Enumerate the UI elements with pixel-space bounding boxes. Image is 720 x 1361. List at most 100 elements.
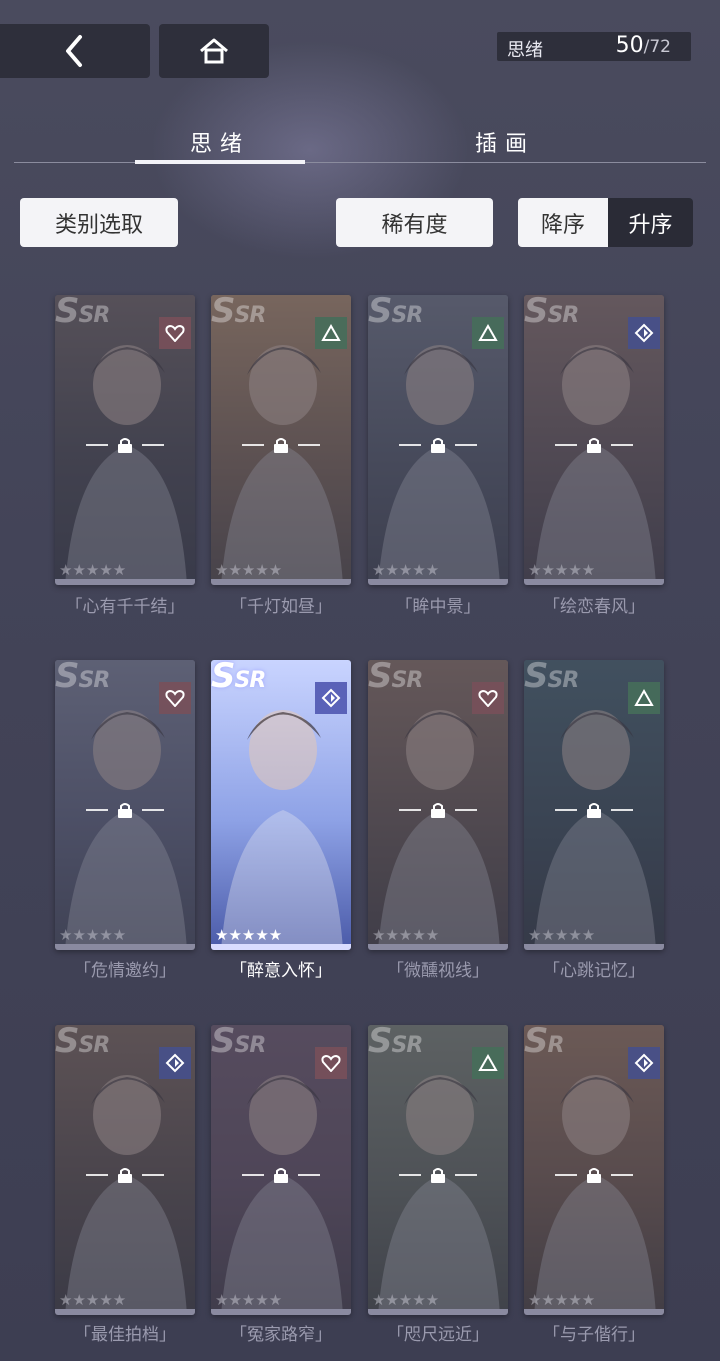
lock-icon xyxy=(587,803,601,818)
card-frame-bar xyxy=(55,944,195,950)
card-item[interactable]: SSR ★★★★★ xyxy=(524,660,664,950)
lock-icon xyxy=(587,1168,601,1183)
card-title: 「千灯如昼」 xyxy=(230,597,332,617)
heart-icon xyxy=(472,682,504,714)
diamond-icon xyxy=(628,1047,660,1079)
card-title: 「冤家路窄」 xyxy=(230,1325,332,1345)
star-rating: ★★★★★ xyxy=(372,926,440,944)
lock-indicator xyxy=(211,435,351,455)
lock-dash xyxy=(555,444,577,446)
lock-indicator xyxy=(368,800,508,820)
lock-dash xyxy=(399,1174,421,1176)
lock-indicator xyxy=(55,435,195,455)
diamond-icon xyxy=(315,682,347,714)
card-item[interactable]: SSR ★★★★★ xyxy=(55,295,195,585)
lock-dash xyxy=(142,444,164,446)
star-rating: ★★★★★ xyxy=(215,1291,283,1309)
rarity-label: SSR xyxy=(524,295,579,331)
rarity-label: SSR xyxy=(368,295,423,331)
heart-icon xyxy=(159,682,191,714)
star-rating: ★★★★★ xyxy=(59,1291,127,1309)
home-button[interactable] xyxy=(159,24,269,78)
tabs-divider xyxy=(14,162,706,163)
counter-total: /72 xyxy=(643,37,671,57)
rarity-label: SSR xyxy=(368,1025,423,1061)
star-rating: ★★★★★ xyxy=(372,561,440,579)
lock-dash xyxy=(555,809,577,811)
rarity-label: SSR xyxy=(211,1025,266,1061)
lock-indicator xyxy=(368,435,508,455)
card-item[interactable]: SSR ★★★★★ xyxy=(524,295,664,585)
lock-icon xyxy=(587,438,601,453)
lock-dash xyxy=(611,1174,633,1176)
lock-indicator xyxy=(368,1165,508,1185)
lock-icon xyxy=(431,1168,445,1183)
card-item[interactable]: SSR ★★★★★ xyxy=(55,660,195,950)
card-frame-bar xyxy=(211,944,351,950)
back-button[interactable] xyxy=(0,24,150,78)
card-title: 「与子偕行」 xyxy=(543,1325,645,1345)
diamond-icon xyxy=(159,1047,191,1079)
lock-icon xyxy=(118,438,132,453)
counter-value: 50/72 xyxy=(615,33,671,58)
card-item[interactable]: SSR ★★★★★ xyxy=(368,295,508,585)
chevron-left-icon xyxy=(66,35,82,67)
card-frame-bar xyxy=(55,579,195,585)
card-item[interactable]: SSR ★★★★★ xyxy=(211,660,351,950)
rarity-sort-button[interactable]: 稀有度 xyxy=(336,198,493,247)
star-rating: ★★★★★ xyxy=(215,926,283,944)
rarity-label: SR xyxy=(524,1025,564,1061)
lock-icon xyxy=(431,803,445,818)
lock-indicator xyxy=(524,800,664,820)
rarity-label: SSR xyxy=(211,660,266,696)
category-filter-button[interactable]: 类别选取 xyxy=(20,198,178,247)
heart-icon xyxy=(159,317,191,349)
card-item[interactable]: SR ★★★★★ xyxy=(524,1025,664,1315)
lock-dash xyxy=(611,444,633,446)
card-item[interactable]: SSR ★★★★★ xyxy=(368,660,508,950)
lock-indicator xyxy=(524,435,664,455)
card-item[interactable]: SSR ★★★★★ xyxy=(211,1025,351,1315)
card-item[interactable]: SSR ★★★★★ xyxy=(211,295,351,585)
lock-dash xyxy=(298,444,320,446)
lock-dash xyxy=(142,809,164,811)
lock-dash xyxy=(611,809,633,811)
star-rating: ★★★★★ xyxy=(528,926,596,944)
sort-descending-button[interactable]: 降序 xyxy=(518,198,608,247)
lock-dash xyxy=(86,444,108,446)
star-rating: ★★★★★ xyxy=(528,561,596,579)
lock-icon xyxy=(431,438,445,453)
card-frame-bar xyxy=(524,1309,664,1315)
card-frame-bar xyxy=(211,1309,351,1315)
card-frame-bar xyxy=(55,1309,195,1315)
tab-thoughts[interactable]: 思绪 xyxy=(135,126,305,158)
lock-dash xyxy=(86,809,108,811)
heart-icon xyxy=(315,1047,347,1079)
rarity-label: SSR xyxy=(368,660,423,696)
lock-dash xyxy=(86,1174,108,1176)
card-frame-bar xyxy=(368,1309,508,1315)
counter-label: 思绪 xyxy=(507,40,543,61)
star-rating: ★★★★★ xyxy=(528,1291,596,1309)
lock-icon xyxy=(118,803,132,818)
card-item[interactable]: SSR ★★★★★ xyxy=(368,1025,508,1315)
sort-ascending-button[interactable]: 升序 xyxy=(608,198,693,247)
rarity-label: SSR xyxy=(55,660,110,696)
lock-dash xyxy=(455,444,477,446)
lock-icon xyxy=(274,1168,288,1183)
card-item[interactable]: SSR ★★★★★ xyxy=(55,1025,195,1315)
lock-indicator xyxy=(55,800,195,820)
card-title: 「醉意入怀」 xyxy=(230,961,332,981)
lock-dash xyxy=(399,809,421,811)
star-rating: ★★★★★ xyxy=(372,1291,440,1309)
card-title: 「心有千千结」 xyxy=(65,597,185,617)
lock-dash xyxy=(142,1174,164,1176)
lock-icon xyxy=(118,1168,132,1183)
card-frame-bar xyxy=(211,579,351,585)
card-frame-bar xyxy=(368,579,508,585)
tab-illustrations[interactable]: 插画 xyxy=(420,126,590,158)
rarity-label: SSR xyxy=(524,660,579,696)
triangle-icon xyxy=(472,1047,504,1079)
star-rating: ★★★★★ xyxy=(215,561,283,579)
triangle-icon xyxy=(315,317,347,349)
